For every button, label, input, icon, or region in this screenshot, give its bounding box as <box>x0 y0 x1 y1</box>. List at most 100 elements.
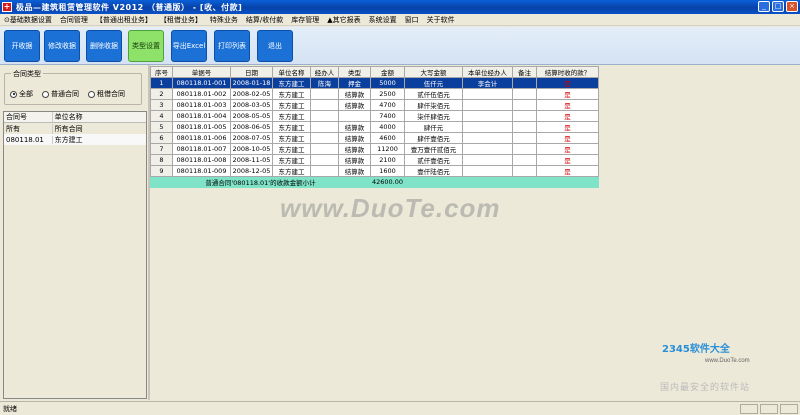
handler <box>310 110 339 122</box>
menu-inventory[interactable]: 库存管理 <box>287 15 323 25</box>
delete-receipt-button[interactable]: 删除收据 <box>86 30 122 62</box>
column-header[interactable]: 合同号 <box>4 112 53 122</box>
receipt-type: 结算款 <box>338 143 371 155</box>
handler <box>310 88 339 100</box>
app-icon: + <box>2 2 12 12</box>
menu-system[interactable]: 系统设置 <box>365 15 401 25</box>
window-title: 极品—建筑租赁管理软件 V2012 （普通版） - [收、付款] <box>16 2 243 12</box>
edit-receipt-button[interactable]: 修改收据 <box>44 30 80 62</box>
menu-basic-data[interactable]: ⊙基础数据设置 <box>0 15 56 25</box>
menu-contract[interactable]: 合同管理 <box>56 15 92 25</box>
column-header[interactable]: 备注 <box>512 66 537 78</box>
radio-all-label: 全部 <box>19 90 33 98</box>
column-header[interactable]: 结算时收的款？ <box>536 66 599 78</box>
contract-row[interactable]: 所有 所有合同 <box>4 123 146 134</box>
company-handler <box>462 132 513 144</box>
column-header[interactable]: 序号 <box>150 66 173 78</box>
handler <box>310 154 339 166</box>
company-handler <box>462 99 513 111</box>
grid-header-row: 序号 单据号 日期 单位名称 经办人 类型 金额 大写金额 本单位经办人 备注 … <box>150 66 599 78</box>
receipt-row[interactable]: 2 080118.01-002 2008-02-05 东方建工 结算款 2500 贰仟伍佰元… <box>150 88 599 100</box>
contract-type-group: 合同类型 全部 普通合同 租借合同 <box>4 69 142 105</box>
settlement-flag: 是 <box>536 165 599 177</box>
remarks <box>512 165 537 177</box>
settlement-flag: 是 <box>536 143 599 155</box>
remarks <box>512 110 537 122</box>
minimize-button[interactable]: _ <box>758 1 770 12</box>
menu-borrow[interactable]: 【租借业务】 <box>156 15 206 25</box>
logo-url: www.DuoTe.com <box>705 358 750 364</box>
remarks <box>512 88 537 100</box>
amount-in-words: 壹万壹仟贰佰元 <box>404 143 463 155</box>
menu-reports[interactable]: ▲其它报表 <box>323 15 364 25</box>
column-header[interactable]: 金额 <box>370 66 405 78</box>
exit-button[interactable]: 退出 <box>257 30 293 62</box>
receipt-row[interactable]: 6 080118.01-006 2008-07-05 东方建工 结算款 4600 肆仟壹佰元… <box>150 132 599 144</box>
amount-in-words: 肆仟壹佰元 <box>404 132 463 144</box>
unit-name: 东方建工 <box>272 154 311 166</box>
receipt-row[interactable]: 9 080118.01-009 2008-12-05 东方建工 结算款 1600 壹仟陆佰元… <box>150 165 599 177</box>
row-number: 8 <box>150 154 173 166</box>
menu-rental[interactable]: 【普通出租业务】 <box>92 15 156 25</box>
column-header[interactable]: 本单位经办人 <box>462 66 513 78</box>
receipt-row[interactable]: 5 080118.01-005 2008-06-05 东方建工 结算款 4000 肆仟元 是 <box>150 121 599 133</box>
print-list-button[interactable]: 打印列表 <box>214 30 250 62</box>
contract-row[interactable]: 080118.01 东方建工 <box>4 134 146 145</box>
menu-special[interactable]: 特殊业务 <box>206 15 242 25</box>
company-handler <box>462 165 513 177</box>
radio-dot[interactable] <box>88 90 95 98</box>
column-header[interactable]: 类型 <box>338 66 371 78</box>
menu-settlement[interactable]: 结算/收付款 <box>242 15 287 25</box>
handler <box>310 121 339 133</box>
receipt-date: 2008-12-05 <box>230 165 273 177</box>
row-number: 2 <box>150 88 173 100</box>
radio-dot[interactable] <box>42 90 49 98</box>
receipt-type: 结算款 <box>338 154 371 166</box>
settlement-flag: 是 <box>536 110 599 122</box>
amount-in-words: 伍仟元 <box>404 77 463 89</box>
receipt-number: 080118.01-009 <box>172 165 231 177</box>
contract-type-radios: 全部 普通合同 租借合同 <box>10 89 125 99</box>
amount: 7400 <box>370 110 405 122</box>
radio-all[interactable]: 全部 <box>10 89 33 99</box>
company-handler: 李会计 <box>462 77 513 89</box>
column-header[interactable]: 单位名称 <box>272 66 311 78</box>
radio-dot-selected[interactable] <box>10 90 17 98</box>
receipt-row[interactable]: 3 080118.01-003 2008-03-05 东方建工 结算款 4700 肆仟柒佰元… <box>150 99 599 111</box>
receipt-row[interactable]: 1 080118.01-001 2008-01-18 东方建工 陈海 押金 5000 伍仟元李… <box>150 77 599 89</box>
row-number: 4 <box>150 110 173 122</box>
remarks <box>512 99 537 111</box>
row-number: 6 <box>150 132 173 144</box>
amount-in-words: 肆仟元 <box>404 121 463 133</box>
maximize-button[interactable]: □ <box>772 1 784 12</box>
menu-window[interactable]: 窗口 <box>401 15 423 25</box>
column-header[interactable]: 单据号 <box>172 66 231 78</box>
row-number: 5 <box>150 121 173 133</box>
column-header[interactable]: 大写金额 <box>404 66 463 78</box>
receipt-date: 2008-06-05 <box>230 121 273 133</box>
menu-about[interactable]: 关于软件 <box>423 15 459 25</box>
column-header[interactable]: 经办人 <box>310 66 339 78</box>
handler: 陈海 <box>310 77 339 89</box>
receipt-row[interactable]: 8 080118.01-008 2008-11-05 东方建工 结算款 2100 贰仟壹佰元… <box>150 154 599 166</box>
column-header[interactable]: 日期 <box>230 66 273 78</box>
close-button[interactable]: × <box>786 1 798 12</box>
title-bar: + 极品—建筑租赁管理软件 V2012 （普通版） - [收、付款] _ □ × <box>0 0 800 14</box>
receipt-date: 2008-10-05 <box>230 143 273 155</box>
receipt-row[interactable]: 4 080118.01-004 2008-05-05 东方建工 7400 柒仟肆佰元 是 <box>150 110 599 122</box>
export-excel-button[interactable]: 导出Excel <box>171 30 207 62</box>
radio-borrow[interactable]: 租借合同 <box>88 89 125 99</box>
type-settings-button[interactable]: 类型设置 <box>128 30 164 62</box>
column-header[interactable]: 单位名称 <box>53 112 146 122</box>
amount: 2100 <box>370 154 405 166</box>
amount-in-words: 壹仟陆佰元 <box>404 165 463 177</box>
radio-normal[interactable]: 普通合同 <box>42 89 79 99</box>
settlement-flag: 是 <box>536 132 599 144</box>
amount: 1600 <box>370 165 405 177</box>
radio-borrow-label: 租借合同 <box>97 90 125 98</box>
new-receipt-button[interactable]: 开收据 <box>4 30 40 62</box>
company-handler <box>462 154 513 166</box>
unit-name: 东方建工 <box>54 135 83 144</box>
receipt-row[interactable]: 7 080118.01-007 2008-10-05 东方建工 结算款 11200 壹万壹仟… <box>150 143 599 155</box>
receipt-number: 080118.01-007 <box>172 143 231 155</box>
